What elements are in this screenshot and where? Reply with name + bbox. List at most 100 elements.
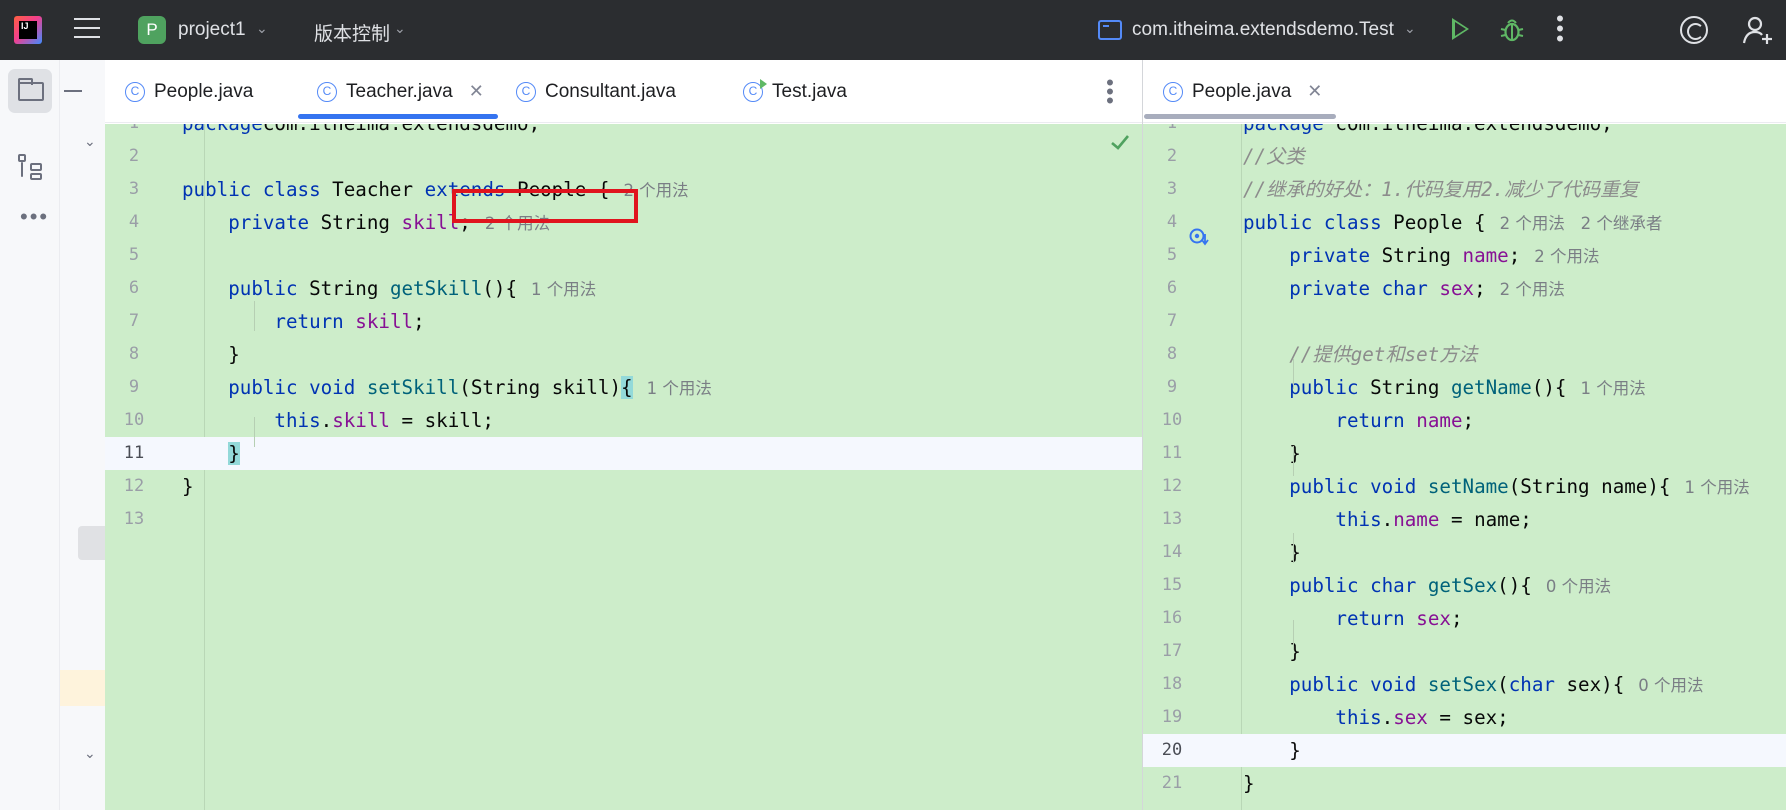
code-text[interactable]: } bbox=[1243, 734, 1301, 767]
code-text[interactable]: //继承的好处：1.代码复用2.减少了代码重复 bbox=[1243, 173, 1639, 206]
main-menu-icon[interactable] bbox=[74, 18, 100, 40]
line-number[interactable]: 13 bbox=[109, 503, 159, 536]
code-line[interactable]: 12} bbox=[105, 470, 1142, 503]
more-tools-button[interactable]: ••• bbox=[8, 194, 52, 238]
line-number[interactable]: 2 bbox=[1147, 140, 1197, 173]
line-number[interactable]: 18 bbox=[1147, 668, 1197, 701]
line-number[interactable]: 6 bbox=[109, 272, 159, 305]
close-icon[interactable]: ✕ bbox=[469, 81, 484, 102]
code-line[interactable]: 6 private char sex; 2 个用法 bbox=[1143, 272, 1786, 305]
code-line[interactable]: 19 this.sex = sex; bbox=[1143, 701, 1786, 734]
code-text[interactable]: } bbox=[182, 437, 240, 470]
code-line[interactable]: 5 bbox=[105, 239, 1142, 272]
line-number[interactable]: 6 bbox=[1147, 272, 1197, 305]
project-tool-button[interactable] bbox=[8, 69, 52, 113]
line-number[interactable]: 11 bbox=[109, 437, 159, 470]
line-number[interactable]: 16 bbox=[1147, 602, 1197, 635]
line-number[interactable]: 11 bbox=[1147, 437, 1197, 470]
no-problems-check-icon[interactable] bbox=[1110, 132, 1130, 152]
code-text[interactable]: public String getSkill(){1 个用法 bbox=[182, 272, 596, 306]
code-line[interactable]: 10 return name; bbox=[1143, 404, 1786, 437]
code-line[interactable]: 7 bbox=[1143, 305, 1786, 338]
line-number[interactable]: 10 bbox=[1147, 404, 1197, 437]
scroll-marker[interactable] bbox=[78, 526, 105, 560]
editor-right[interactable]: 1 package com.itheima.extendsdemo; 2 //父类 3 /… bbox=[1143, 124, 1786, 810]
line-number[interactable]: 4 bbox=[109, 206, 159, 239]
code-line[interactable]: 9 public void setSkill(String skill){1 个… bbox=[105, 371, 1142, 404]
usage-hint[interactable]: 2 个用法 2 个继承者 bbox=[1500, 214, 1663, 233]
code-line[interactable]: 16 return sex; bbox=[1143, 602, 1786, 635]
code-line[interactable]: 6 public String getSkill(){1 个用法 bbox=[105, 272, 1142, 305]
intellij-logo-icon[interactable]: IJ bbox=[14, 16, 42, 44]
line-number[interactable]: 7 bbox=[109, 305, 159, 338]
code-text[interactable]: public class People {2 个用法 2 个继承者 bbox=[1243, 206, 1662, 240]
code-text[interactable]: private char sex; 2 个用法 bbox=[1243, 272, 1565, 306]
usage-hint[interactable]: 1 个用法 bbox=[1684, 478, 1749, 497]
usage-hint[interactable]: 2 个用法 bbox=[1534, 247, 1599, 266]
usage-hint[interactable]: 1 个用法 bbox=[647, 379, 712, 398]
implemented-by-icon[interactable] bbox=[1188, 226, 1210, 248]
line-number[interactable]: 9 bbox=[1147, 371, 1197, 404]
line-number[interactable]: 10 bbox=[109, 404, 159, 437]
fold-chevron-down-icon[interactable]: ⌄ bbox=[84, 745, 96, 762]
code-text[interactable]: //提供get和set方法 bbox=[1243, 338, 1477, 371]
line-number[interactable]: 5 bbox=[109, 239, 159, 272]
line-number[interactable]: 8 bbox=[109, 338, 159, 371]
code-line[interactable]: 18 public void setSex(char sex){0 个用法 bbox=[1143, 668, 1786, 701]
code-text[interactable]: public void setSkill(String skill){1 个用法 bbox=[182, 371, 712, 405]
code-text[interactable]: return sex; bbox=[1243, 602, 1462, 635]
code-text[interactable]: } bbox=[1243, 767, 1255, 800]
code-line[interactable]: 12 public void setName(String name){1 个用… bbox=[1143, 470, 1786, 503]
line-number[interactable]: 13 bbox=[1147, 503, 1197, 536]
code-text[interactable]: } bbox=[182, 470, 194, 503]
code-line[interactable]: 4 public class People {2 个用法 2 个继承者 bbox=[1143, 206, 1786, 239]
add-user-icon[interactable] bbox=[1742, 14, 1774, 46]
line-number[interactable]: 21 bbox=[1147, 767, 1197, 800]
line-number[interactable]: 20 bbox=[1147, 734, 1197, 767]
code-text[interactable]: public void setName(String name){1 个用法 bbox=[1243, 470, 1750, 504]
code-line[interactable]: 1 packagecom.itheima.extendsdemo; bbox=[105, 124, 1142, 140]
collapse-icon[interactable] bbox=[64, 90, 82, 92]
project-name[interactable]: project1 bbox=[178, 19, 246, 41]
vcs-menu[interactable]: 版本控制 bbox=[314, 19, 390, 46]
code-line[interactable]: 9 public String getName(){1 个用法 bbox=[1143, 371, 1786, 404]
code-line[interactable]: 17 } bbox=[1143, 635, 1786, 668]
code-line[interactable]: 2 //父类 bbox=[1143, 140, 1786, 173]
line-number[interactable]: 8 bbox=[1147, 338, 1197, 371]
tab-people-java[interactable]: C People.java bbox=[125, 60, 253, 123]
code-text[interactable]: public String getName(){1 个用法 bbox=[1243, 371, 1646, 405]
code-line[interactable]: 8 } bbox=[105, 338, 1142, 371]
code-text[interactable]: packagecom.itheima.extendsdemo; bbox=[182, 124, 540, 140]
code-line[interactable]: 1 package com.itheima.extendsdemo; bbox=[1143, 124, 1786, 140]
line-number[interactable]: 17 bbox=[1147, 635, 1197, 668]
code-line[interactable]: 13 this.name = name; bbox=[1143, 503, 1786, 536]
tab-consultant-java[interactable]: C Consultant.java bbox=[516, 60, 676, 123]
code-text[interactable]: package com.itheima.extendsdemo; bbox=[1243, 124, 1613, 140]
code-line[interactable]: 13 bbox=[105, 503, 1142, 536]
line-number[interactable]: 3 bbox=[109, 173, 159, 206]
code-text[interactable]: } bbox=[182, 338, 240, 371]
usage-hint[interactable]: 2 个用法 bbox=[1500, 280, 1565, 299]
ai-assistant-icon[interactable] bbox=[1680, 16, 1708, 44]
project-badge[interactable]: P bbox=[138, 16, 166, 44]
code-line[interactable]: 5 private String name; 2 个用法 bbox=[1143, 239, 1786, 272]
editor-left[interactable]: 1 packagecom.itheima.extendsdemo; 23 public… bbox=[105, 124, 1142, 810]
usage-hint[interactable]: 0 个用法 bbox=[1638, 676, 1703, 695]
code-text[interactable]: //父类 bbox=[1243, 140, 1304, 173]
code-line[interactable]: 21} bbox=[1143, 767, 1786, 800]
line-number[interactable]: 14 bbox=[1147, 536, 1197, 569]
code-line[interactable]: 14 } bbox=[1143, 536, 1786, 569]
line-number[interactable]: 1 bbox=[109, 124, 159, 140]
line-number[interactable]: 19 bbox=[1147, 701, 1197, 734]
code-text[interactable]: public char getSex(){0 个用法 bbox=[1243, 569, 1611, 603]
line-number[interactable]: 15 bbox=[1147, 569, 1197, 602]
structure-tool-button[interactable] bbox=[8, 144, 52, 188]
run-config-selector[interactable]: com.itheima.extendsdemo.Test bbox=[1132, 19, 1394, 41]
tab-test-java[interactable]: C Test.java bbox=[743, 60, 847, 123]
line-number[interactable]: 12 bbox=[1147, 470, 1197, 503]
more-actions-icon[interactable]: • • • bbox=[1556, 8, 1564, 50]
code-text[interactable]: return skill; bbox=[182, 305, 424, 338]
run-icon[interactable] bbox=[1452, 18, 1469, 40]
tab-more-icon[interactable]: • • • bbox=[1106, 72, 1114, 112]
code-line[interactable]: 3 //继承的好处：1.代码复用2.减少了代码重复 bbox=[1143, 173, 1786, 206]
